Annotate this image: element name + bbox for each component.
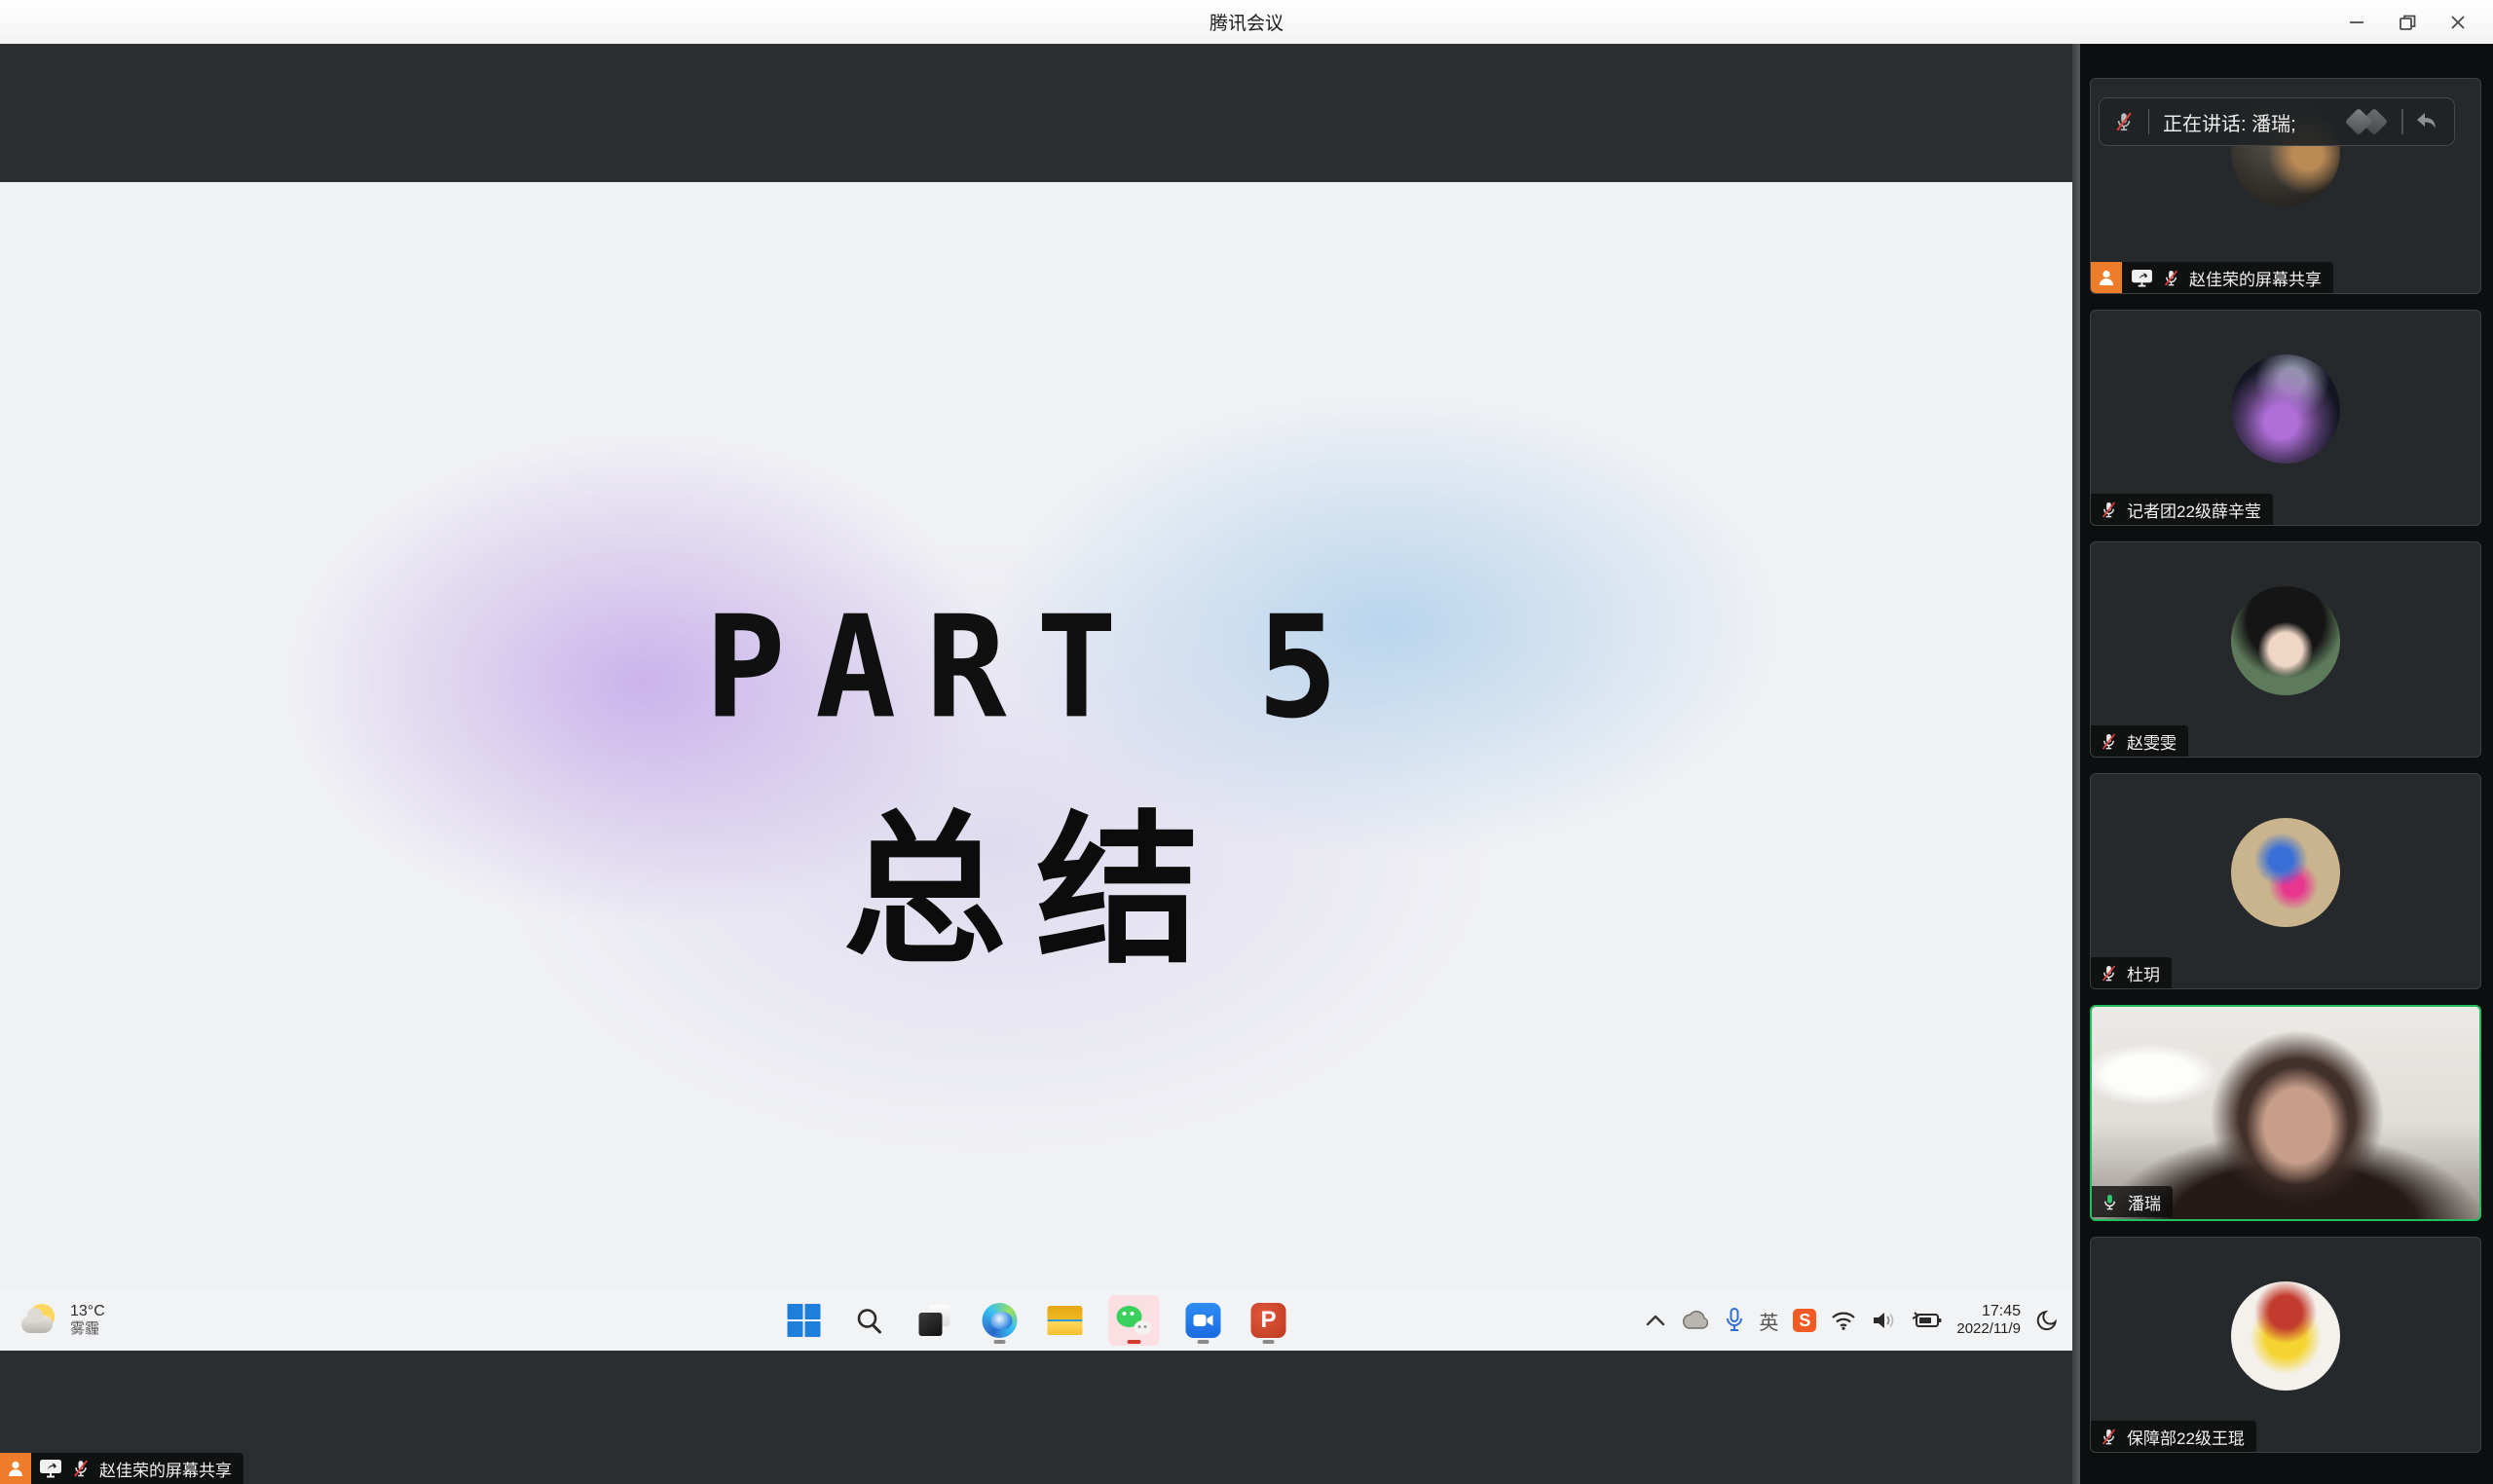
slide-title: PART 5 [0, 585, 2072, 750]
wechat-button[interactable] [1109, 1295, 1160, 1346]
back-arrow-icon[interactable] [2413, 109, 2440, 134]
window-titlebar: 腾讯会议 [0, 0, 2493, 44]
window-title: 腾讯会议 [0, 0, 2493, 44]
file-explorer-button[interactable] [1044, 1295, 1087, 1346]
weather-condition: 雾霾 [70, 1320, 105, 1338]
presenter-badge-icon [2091, 262, 2122, 293]
screen-share-status-pill: 赵佳荣的屏幕共享 [0, 1453, 243, 1484]
wifi-tray-button[interactable] [1831, 1311, 1856, 1330]
participant-tile[interactable]: 杜玥 [2090, 773, 2481, 989]
active-speaker-bar[interactable]: 正在讲话: 潘瑞; [2099, 97, 2455, 146]
volume-tray-button[interactable] [1871, 1310, 1896, 1331]
taskbar-clock[interactable]: 17:45 2022/11/9 [1956, 1303, 2021, 1338]
close-button[interactable] [2433, 5, 2483, 40]
participant-tile[interactable]: 记者团22级薛辛莹 [2090, 310, 2481, 526]
sidebar-resize-handle[interactable] [2072, 44, 2080, 1484]
participants-sidebar: 正在讲话: 潘瑞; 赵佳荣的屏幕共享 [2080, 44, 2493, 1484]
onedrive-tray-button[interactable] [1681, 1311, 1710, 1330]
battery-tray-button[interactable] [1911, 1311, 1942, 1330]
participant-name: 杜玥 [2127, 961, 2160, 985]
start-button[interactable] [783, 1295, 826, 1346]
microphone-tray-button[interactable] [1725, 1308, 1744, 1333]
avatar [2231, 586, 2340, 695]
participant-name: 记者团22级薛辛莹 [2127, 498, 2261, 522]
divider [2148, 109, 2149, 134]
participant-tile[interactable]: 赵雯雯 [2090, 541, 2481, 758]
participant-tile-active-speaker[interactable]: 潘瑞 [2090, 1005, 2481, 1221]
powerpoint-button[interactable]: P [1247, 1295, 1290, 1346]
edge-browser-button[interactable] [979, 1295, 1022, 1346]
input-method-indicator[interactable]: 英 [1759, 1307, 1778, 1335]
system-tray: 英 S 17:45 2022/11/9 [1645, 1290, 2059, 1351]
muted-mic-icon [2100, 732, 2118, 751]
sun-cloud-icon [21, 1304, 58, 1337]
windows-taskbar: 13°C 雾霾 [0, 1290, 2072, 1351]
muted-mic-icon [2100, 501, 2118, 519]
wifi-icon [1831, 1311, 1856, 1330]
tray-expand-chevron[interactable] [1645, 1314, 1666, 1327]
night-mode-tray-button[interactable] [2035, 1309, 2059, 1332]
moon-icon [2035, 1309, 2059, 1332]
participant-name: 保障部22级王琨 [2127, 1425, 2245, 1449]
muted-mic-icon [2100, 1428, 2118, 1446]
presenter-badge-icon [0, 1453, 31, 1484]
restore-icon [2397, 12, 2418, 33]
speaker-icon [1871, 1310, 1896, 1331]
weather-temperature: 13°C [70, 1303, 105, 1320]
avatar [2231, 354, 2340, 464]
taskbar-app-icons: P [783, 1290, 1290, 1351]
window-controls [2331, 0, 2483, 44]
close-icon [2447, 12, 2469, 33]
screen-share-label: 赵佳荣的屏幕共享 [99, 1457, 232, 1481]
muted-mic-icon [71, 1459, 91, 1478]
windows-logo-icon [788, 1304, 821, 1337]
screen-share-icon [2131, 269, 2153, 287]
powerpoint-icon: P [1251, 1303, 1286, 1338]
screen-share-icon [39, 1459, 62, 1478]
muted-mic-icon [2113, 111, 2135, 132]
tencent-meeting-logo-icon [2347, 107, 2392, 136]
folder-icon [1048, 1306, 1083, 1335]
presentation-slide: PART 5 总结 [0, 182, 2072, 1290]
microphone-icon [1725, 1308, 1744, 1333]
clock-time: 17:45 [1982, 1303, 2021, 1320]
slide-subtitle: 总结 [0, 759, 2072, 995]
search-icon [855, 1306, 884, 1335]
divider [2401, 109, 2403, 134]
participant-name: 赵雯雯 [2127, 729, 2177, 754]
shared-screen-area: PART 5 总结 13°C 雾霾 [0, 44, 2072, 1484]
wechat-icon [1117, 1306, 1152, 1335]
participant-tile[interactable]: 保障部22级王琨 [2090, 1237, 2481, 1453]
unmuted-mic-icon [2101, 1193, 2119, 1211]
task-view-icon [919, 1305, 950, 1336]
edge-icon [983, 1303, 1018, 1338]
tencent-meeting-button[interactable] [1182, 1295, 1225, 1346]
participant-name: 赵佳荣的屏幕共享 [2189, 266, 2322, 290]
tencent-meeting-icon [1186, 1303, 1221, 1338]
chevron-up-icon [1645, 1314, 1666, 1327]
avatar [2231, 1281, 2340, 1391]
clock-date: 2022/11/9 [1956, 1320, 2021, 1338]
muted-mic-icon [2162, 269, 2180, 287]
minimize-icon [2346, 12, 2367, 33]
participant-name: 潘瑞 [2128, 1190, 2161, 1214]
active-speaker-text: 正在讲话: 潘瑞; [2163, 108, 2347, 136]
avatar [2231, 818, 2340, 927]
muted-mic-icon [2100, 964, 2118, 983]
minimize-button[interactable] [2331, 5, 2382, 40]
search-button[interactable] [848, 1295, 891, 1346]
taskbar-weather-widget[interactable]: 13°C 雾霾 [21, 1290, 105, 1351]
task-view-button[interactable] [913, 1295, 956, 1346]
sogou-input-icon[interactable]: S [1793, 1309, 1816, 1332]
restore-button[interactable] [2382, 5, 2433, 40]
battery-charging-icon [1911, 1311, 1942, 1330]
cloud-icon [1681, 1311, 1710, 1330]
